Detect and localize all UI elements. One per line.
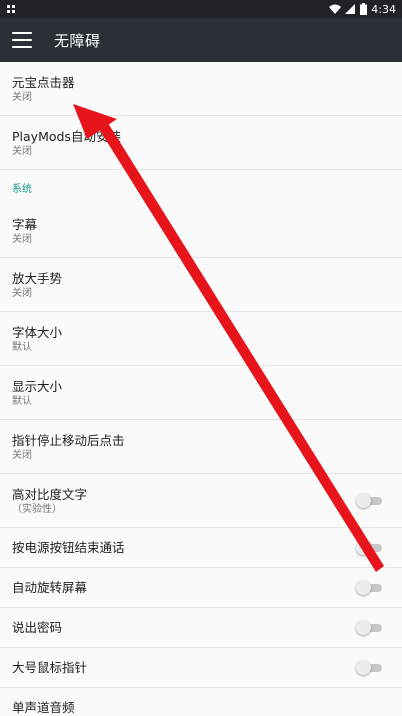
item-title: 字幕	[12, 216, 38, 232]
list-item-high-contrast-text[interactable]: 高对比度文字 （实验性）	[0, 474, 402, 528]
list-item-power-button-ends-call[interactable]: 按电源按钮结束通话	[0, 528, 402, 568]
status-time: 4:34	[371, 2, 396, 16]
item-title: 说出密码	[12, 620, 63, 635]
page-title: 无障碍	[54, 31, 101, 50]
item-subtitle: 关闭	[12, 91, 32, 103]
item-subtitle: 关闭	[12, 287, 32, 299]
auto-rotate-toggle[interactable]	[356, 579, 382, 595]
list-item-speak-passwords[interactable]: 说出密码	[0, 608, 402, 648]
item-subtitle: 默认	[12, 341, 32, 353]
signal-icon	[345, 3, 356, 14]
list-item-magnification-gesture[interactable]: 放大手势 关闭	[0, 258, 402, 312]
battery-icon	[360, 3, 368, 15]
status-left	[6, 4, 16, 14]
item-title: 指针停止移动后点击	[12, 432, 125, 448]
speak-passwords-toggle[interactable]	[356, 619, 382, 635]
list-item-playmods-auto-install[interactable]: PlayMods自动安装 关闭	[0, 116, 402, 170]
list-item-large-mouse-pointer[interactable]: 大号鼠标指针	[0, 648, 402, 688]
status-right: 4:34	[329, 3, 396, 16]
large-pointer-toggle[interactable]	[356, 659, 382, 675]
notification-icon	[7, 5, 15, 13]
item-title: PlayMods自动安装	[12, 128, 121, 144]
list-item-captions[interactable]: 字幕 关闭	[0, 204, 402, 258]
status-bar: 4:34	[0, 0, 402, 18]
item-title: 单声道音频	[12, 700, 75, 715]
item-title: 显示大小	[12, 378, 63, 394]
settings-list: 元宝点击器 关闭 PlayMods自动安装 关闭 系统 字幕 关闭 放大手势 关…	[0, 62, 402, 716]
item-subtitle: （实验性）	[12, 503, 62, 515]
list-item-display-size[interactable]: 显示大小 默认	[0, 366, 402, 420]
item-title: 放大手势	[12, 270, 63, 286]
item-subtitle: 关闭	[12, 233, 32, 245]
menu-icon[interactable]	[12, 32, 32, 48]
item-subtitle: 默认	[12, 395, 32, 407]
item-title: 字体大小	[12, 324, 63, 340]
list-item-auto-rotate[interactable]: 自动旋转屏幕	[0, 568, 402, 608]
list-item-font-size[interactable]: 字体大小 默认	[0, 312, 402, 366]
list-item-dwell-click[interactable]: 指针停止移动后点击 关闭	[0, 420, 402, 474]
item-title: 元宝点击器	[12, 74, 75, 90]
section-header-system: 系统	[12, 183, 32, 195]
item-subtitle: 关闭	[12, 449, 32, 461]
item-title: 高对比度文字	[12, 486, 88, 502]
power-button-end-call-toggle[interactable]	[356, 539, 382, 555]
high-contrast-toggle[interactable]	[356, 492, 382, 508]
list-item-mono-audio[interactable]: 单声道音频	[0, 688, 402, 716]
item-subtitle: 关闭	[12, 145, 32, 157]
list-item-yuanbao-clicker[interactable]: 元宝点击器 关闭	[0, 62, 402, 116]
item-title: 大号鼠标指针	[12, 660, 88, 675]
wifi-icon	[329, 4, 342, 14]
item-title: 自动旋转屏幕	[12, 580, 88, 595]
toolbar: 无障碍	[0, 18, 402, 62]
item-title: 按电源按钮结束通话	[12, 540, 125, 555]
